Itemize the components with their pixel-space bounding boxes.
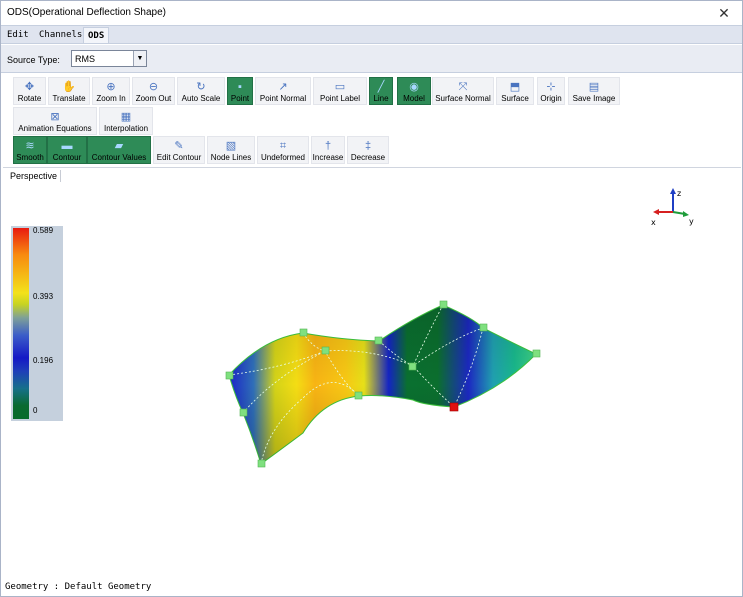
contour-values-label: Contour Values <box>91 153 147 162</box>
model-button[interactable]: ◉ Model <box>397 77 431 105</box>
contour-button[interactable]: ▬ Contour <box>47 136 87 164</box>
smooth-icon: ≋ <box>25 140 35 152</box>
close-icon[interactable]: ✕ <box>714 4 734 22</box>
node-lines-button[interactable]: ▧ Node Lines <box>207 136 255 164</box>
origin-label: Origin <box>540 94 562 103</box>
point-normal-label: Point Normal <box>259 94 307 103</box>
point-normal-icon: ↗ <box>278 81 288 93</box>
origin-icon: ⊹ <box>546 81 556 93</box>
surface-button[interactable]: ⬒ Surface <box>496 77 534 105</box>
contour-label: Contour <box>52 153 82 162</box>
smooth-button[interactable]: ≋ Smooth <box>13 136 47 164</box>
smooth-label: Smooth <box>16 153 44 162</box>
decrease-icon: ‡ <box>364 140 372 152</box>
source-type-bar: Source Type: RMS ▼ <box>1 45 742 73</box>
point-button[interactable]: ▪ Point <box>227 77 253 105</box>
source-type-value: RMS <box>75 54 95 64</box>
animation-equations-icon: ⊠ <box>50 111 60 123</box>
zoom-out-button[interactable]: ⊖ Zoom Out <box>132 77 175 105</box>
surface-normal-label: Surface Normal <box>435 94 491 103</box>
point-icon: ▪ <box>238 81 242 93</box>
rotate-button[interactable]: ✥ Rotate <box>13 77 46 105</box>
origin-button[interactable]: ⊹ Origin <box>537 77 565 105</box>
rotate-label: Rotate <box>17 94 42 103</box>
model-icon: ◉ <box>409 81 419 93</box>
toolbar: ✥ Rotate ✋ Translate ⊕ Zoom In ⊖ Zoom Out ↻ Auto … <box>1 74 742 166</box>
zoom-in-label: Zoom In <box>96 94 126 103</box>
undeformed-button[interactable]: ⌗ Undeformed <box>257 136 309 164</box>
auto-scale-label: Auto Scale <box>181 94 221 103</box>
point-label-label: Point Label <box>319 94 361 103</box>
increase-label: Increase <box>312 153 344 162</box>
auto-scale-button[interactable]: ↻ Auto Scale <box>177 77 225 105</box>
status-bar: Geometry : Default Geometry <box>1 577 742 596</box>
contour-values-button[interactable]: ▰ Contour Values <box>87 136 151 164</box>
menu-bar: Edit Channels ODS <box>1 25 742 44</box>
point-label-icon: ▭ <box>334 81 346 93</box>
increase-button[interactable]: † Increase <box>311 136 345 164</box>
increase-icon: † <box>324 140 332 152</box>
status-text: Geometry : Default Geometry <box>5 582 152 592</box>
surface-normal-button[interactable]: ⤧ Surface Normal <box>432 77 494 105</box>
undeformed-icon: ⌗ <box>279 140 287 152</box>
contour-values-icon: ▰ <box>114 140 124 152</box>
edit-contour-button[interactable]: ✎ Edit Contour <box>153 136 205 164</box>
hand-icon: ✋ <box>62 81 76 93</box>
source-type-select[interactable]: RMS ▼ <box>71 50 147 67</box>
title-bar: ODS(Operational Deflection Shape) ✕ <box>1 1 742 25</box>
menu-ods[interactable]: ODS <box>83 27 110 43</box>
point-label-button[interactable]: ▭ Point Label <box>313 77 367 105</box>
ods-window: ODS(Operational Deflection Shape) ✕ Edit… <box>0 0 743 597</box>
line-icon: ╱ <box>377 81 385 93</box>
edit-contour-label: Edit Contour <box>156 153 202 162</box>
translate-label: Translate <box>52 94 86 103</box>
edit-contour-icon: ✎ <box>174 140 184 152</box>
decrease-button[interactable]: ‡ Decrease <box>347 136 389 164</box>
zoom-in-icon: ⊕ <box>106 81 116 93</box>
node-lines-label: Node Lines <box>210 153 252 162</box>
menu-channels[interactable]: Channels <box>35 27 86 43</box>
rotate-arrows-icon: ✥ <box>24 81 35 93</box>
interpolation-button[interactable]: ▦ Interpolation <box>99 107 153 135</box>
undeformed-label: Undeformed <box>260 153 306 162</box>
surface-icon: ⬒ <box>509 81 521 93</box>
surface-label: Surface <box>501 94 529 103</box>
contour-icon: ▬ <box>61 140 73 152</box>
deflection-shape-model[interactable] <box>3 168 741 578</box>
menu-edit[interactable]: Edit <box>3 27 33 43</box>
save-image-button[interactable]: ▤ Save Image <box>568 77 620 105</box>
model-label: Model <box>403 94 425 103</box>
point-normal-button[interactable]: ↗ Point Normal <box>255 77 311 105</box>
refresh-icon: ↻ <box>196 81 206 93</box>
animation-equations-label: Animation Equations <box>18 124 92 133</box>
interpolation-label: Interpolation <box>103 124 149 133</box>
decrease-label: Decrease <box>350 153 386 162</box>
surface-shading <box>229 305 536 464</box>
point-label: Point <box>230 94 250 103</box>
zoom-in-button[interactable]: ⊕ Zoom In <box>92 77 130 105</box>
surface-normal-icon: ⤧ <box>458 81 468 93</box>
highlighted-node[interactable] <box>449 402 459 412</box>
node-lines-icon: ▧ <box>225 140 237 152</box>
animation-equations-button[interactable]: ⊠ Animation Equations <box>13 107 97 135</box>
window-title: ODS(Operational Deflection Shape) <box>7 7 166 18</box>
save-image-label: Save Image <box>572 94 616 103</box>
zoom-out-label: Zoom Out <box>135 94 172 103</box>
3d-viewport[interactable]: Perspective 0.589 0.393 0.196 0 z x y <box>3 167 741 577</box>
interpolation-icon: ▦ <box>120 111 132 123</box>
save-image-icon: ▤ <box>588 81 600 93</box>
line-button[interactable]: ╱ Line <box>369 77 393 105</box>
zoom-out-icon: ⊖ <box>148 81 159 93</box>
chevron-down-icon[interactable]: ▼ <box>133 51 146 66</box>
translate-button[interactable]: ✋ Translate <box>48 77 90 105</box>
source-type-label: Source Type: <box>7 55 60 65</box>
line-label: Line <box>373 94 389 103</box>
